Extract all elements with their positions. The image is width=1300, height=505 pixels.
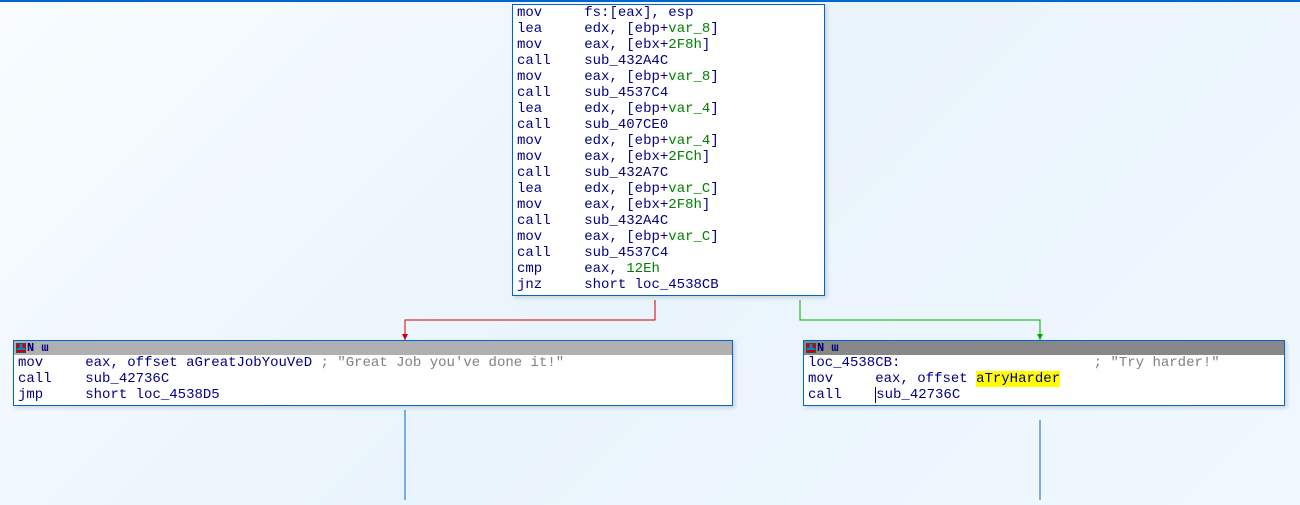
mnemonic: call bbox=[808, 387, 842, 403]
operand-sym: aGreatJobYouVeD bbox=[178, 355, 321, 371]
operand-label: loc_4538D5 bbox=[136, 387, 220, 403]
operand-reg: eax bbox=[875, 371, 900, 387]
basic-block-right[interactable]: N ɯ loc_4538CB: ; "Try harder!" mov eax,… bbox=[803, 340, 1285, 406]
block-header-left: N ɯ bbox=[14, 341, 732, 355]
block-header-text: N ɯ bbox=[27, 341, 49, 355]
mnemonic: mov bbox=[808, 371, 833, 387]
comment: ; "Great Job you've done it!" bbox=[321, 355, 565, 371]
loc-label: loc_4538CB: bbox=[808, 355, 900, 371]
basic-block-top[interactable]: mov fs:[eax], esp lea edx, [ebp+var_8] m… bbox=[512, 4, 825, 296]
operand-sep: , bbox=[110, 355, 127, 371]
operand-kw: offset bbox=[127, 355, 177, 371]
highlighted-symbol[interactable]: aTryHarder bbox=[976, 371, 1060, 387]
top-separator bbox=[0, 0, 1300, 2]
operand-sub: sub_42736C bbox=[85, 371, 169, 387]
basic-block-left[interactable]: N ɯ mov eax, offset aGreatJobYouVeD ; "G… bbox=[13, 340, 733, 406]
operand-sub: sub_42736C bbox=[876, 387, 960, 403]
code-body-left: mov eax, offset aGreatJobYouVeD ; "Great… bbox=[14, 355, 732, 405]
block-icon bbox=[806, 343, 816, 353]
mnemonic: mov bbox=[18, 355, 43, 371]
operand-kw: offset bbox=[917, 371, 976, 387]
code-body-right: loc_4538CB: ; "Try harder!" mov eax, off… bbox=[804, 355, 1284, 405]
block-header-right: N ɯ bbox=[804, 341, 1284, 355]
operand-kw: short bbox=[85, 387, 135, 403]
operand-reg: eax bbox=[85, 355, 110, 371]
code-body-top: mov fs:[eax], esp lea edx, [ebp+var_8] m… bbox=[513, 5, 824, 295]
block-header-text: N ɯ bbox=[817, 341, 839, 355]
operand-sep: , bbox=[900, 371, 917, 387]
mnemonic: call bbox=[18, 371, 52, 387]
block-icon bbox=[16, 343, 26, 353]
comment: ; "Try harder!" bbox=[1094, 355, 1220, 371]
mnemonic: jmp bbox=[18, 387, 43, 403]
